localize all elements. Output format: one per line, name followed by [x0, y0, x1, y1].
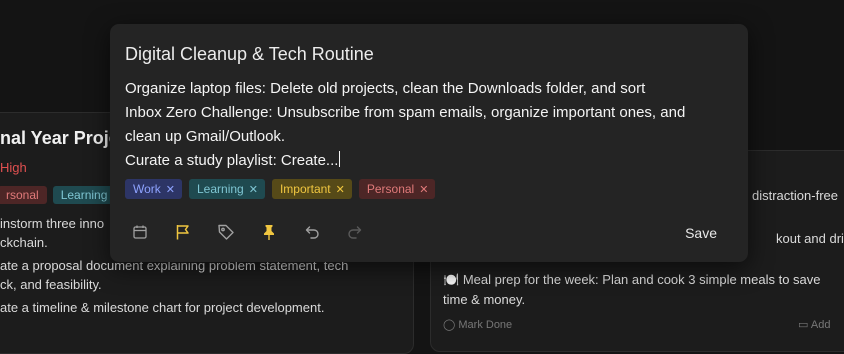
- list-item: ate a timeline & milestone chart for pro…: [0, 300, 325, 315]
- body-line: Curate a study playlist: Create...: [125, 152, 339, 169]
- text-caret: [339, 151, 341, 167]
- calendar-small-icon: ▭: [798, 319, 809, 331]
- add-label: Add: [810, 319, 831, 331]
- body-line: Organize laptop files: Delete old projec…: [125, 80, 646, 97]
- tag-label: Important: [279, 182, 331, 196]
- body-line: Inbox Zero Challenge: Unsubscribe from s…: [125, 104, 686, 121]
- list-item: ck, and feasibility.: [0, 277, 102, 292]
- tag-label: Learning: [197, 182, 244, 196]
- tag-list: Work ✕ Learning ✕ Important ✕ Personal ✕: [125, 179, 436, 199]
- tag-label: Work: [133, 182, 161, 196]
- list-item: kout and drink 2: [776, 231, 844, 246]
- tag-chip-work[interactable]: Work ✕: [125, 179, 182, 199]
- tag-label: Personal: [366, 182, 415, 196]
- list-item: instorm three inno: [0, 216, 105, 231]
- editor-toolbar: [129, 221, 366, 243]
- tag-icon[interactable]: [215, 221, 237, 243]
- save-button[interactable]: Save: [685, 225, 717, 241]
- note-editor-modal: Digital Cleanup & Tech Routine Organize …: [110, 24, 748, 262]
- undo-icon[interactable]: [301, 221, 323, 243]
- tag-chip-learning[interactable]: Learning ✕: [189, 179, 265, 199]
- tag-personal: rsonal: [0, 186, 47, 204]
- flag-icon[interactable]: [172, 221, 194, 243]
- check-circle-icon: ◯: [443, 319, 456, 331]
- list-item: 🍽️ Meal prep for the week: Plan and cook…: [443, 272, 821, 288]
- tag-chip-personal[interactable]: Personal ✕: [358, 179, 436, 199]
- remove-tag-icon[interactable]: ✕: [249, 183, 258, 196]
- list-item: distraction-free: [752, 188, 838, 203]
- note-title-input[interactable]: Digital Cleanup & Tech Routine: [125, 44, 374, 65]
- calendar-icon[interactable]: [129, 221, 151, 243]
- pin-icon[interactable]: [258, 221, 280, 243]
- remove-tag-icon[interactable]: ✕: [336, 183, 345, 196]
- redo-icon[interactable]: [344, 221, 366, 243]
- list-item-text: Meal prep for the week: Plan and cook 3 …: [462, 272, 821, 287]
- remove-tag-icon[interactable]: ✕: [419, 183, 428, 196]
- tag-learning: Learning: [52, 186, 116, 204]
- meal-icon: 🍽️: [443, 272, 460, 287]
- list-item: ckchain.: [0, 235, 48, 250]
- note-body-editor[interactable]: Organize laptop files: Delete old projec…: [125, 77, 725, 173]
- list-item: time & money.: [443, 292, 526, 307]
- mark-done-label: Mark Done: [458, 319, 513, 331]
- body-line: clean up Gmail/Outlook.: [125, 128, 286, 145]
- tag-chip-important[interactable]: Important ✕: [271, 179, 352, 199]
- remove-tag-icon[interactable]: ✕: [166, 183, 175, 196]
- priority-label: High: [0, 160, 27, 175]
